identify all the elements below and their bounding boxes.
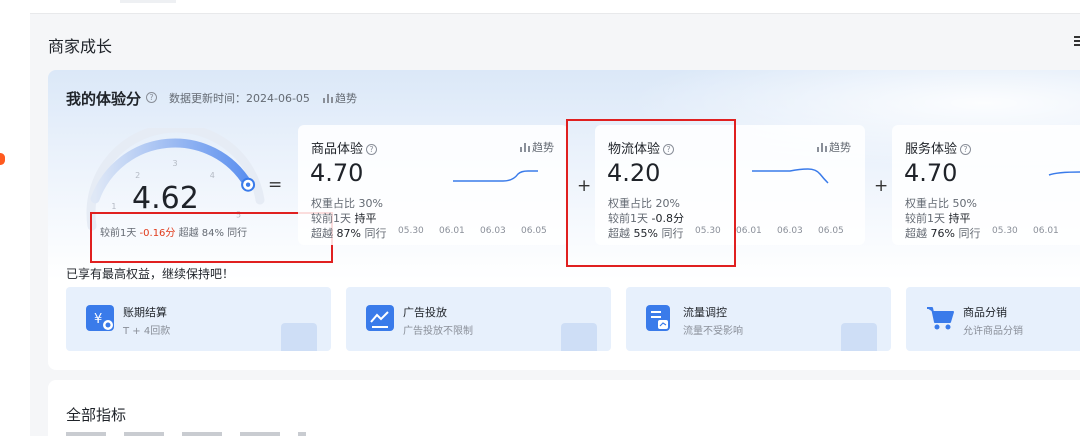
metric-name: 商品体验? (311, 138, 378, 157)
benefit-desc: 允许商品分销 (963, 326, 1023, 337)
benefit-name: 账期结算 (123, 306, 167, 319)
metric-card-product[interactable]: 商品体验? 趋势 4.70 权重占比 30% 较前1天 持平 超越 87% 同行… (298, 125, 568, 245)
date-label: 05.30 (992, 226, 1018, 236)
sparkline (453, 170, 538, 182)
help-icon[interactable]: ? (146, 92, 157, 103)
traffic-icon (646, 305, 670, 331)
metric-surpass: 超越 87% 同行 (311, 225, 386, 241)
metric-compare: 较前1天 持平 (311, 210, 377, 226)
trend-label: 趋势 (335, 92, 357, 105)
surpass-value: 76% (930, 227, 955, 240)
benefit-name: 广告投放 (403, 306, 447, 319)
highlight-box (90, 212, 333, 263)
date-label: 06.01 (1033, 226, 1059, 236)
date-label: 05.30 (398, 226, 424, 236)
metric-card-service[interactable]: 服务体验? 4.70 权重占比 50% 较前1天 持平 超越 76% 同行 05… (892, 125, 1080, 245)
trend-link[interactable]: 趋势 (323, 90, 357, 106)
metric-score: 4.70 (310, 159, 364, 187)
benefit-card-distribution[interactable]: 商品分销 允许商品分销 (906, 287, 1080, 351)
menu-icon[interactable] (1074, 36, 1080, 48)
trend-link[interactable]: 趋势 (817, 139, 851, 155)
metric-name: 服务体验? (905, 138, 972, 157)
page-title: 商家成长 (48, 37, 113, 56)
surpass-prefix: 超越 (311, 227, 337, 240)
plus-sign: + (874, 176, 889, 196)
help-icon[interactable]: ? (366, 144, 378, 155)
all-metrics-card (48, 380, 1080, 436)
date-label: 06.05 (521, 226, 547, 236)
gauge-tick-label: 2 (135, 171, 140, 180)
gauge-tick-label: 4 (210, 171, 215, 180)
metric-name-text: 商品体验 (311, 142, 364, 157)
compare-prefix: 较前1天 (905, 212, 949, 225)
metric-weight: 权重占比 30% (311, 197, 383, 210)
experience-score: 4.62 (132, 181, 199, 216)
date-axis: 05.30 06.01 (992, 226, 1074, 236)
shopping-cart-icon (926, 305, 954, 331)
update-time: 数据更新时间：2024-06-05 (169, 92, 310, 105)
benefit-desc: 广告投放不限制 (403, 326, 473, 337)
svg-text:¥: ¥ (94, 312, 102, 327)
sparkline (1048, 171, 1080, 176)
left-rail (0, 0, 30, 436)
metric-name-text: 服务体验 (905, 142, 958, 157)
metrics-tab-strip[interactable] (66, 432, 306, 436)
compare-prefix: 较前1天 (311, 212, 355, 225)
metric-score: 4.70 (904, 159, 958, 187)
benefit-name: 商品分销 (963, 306, 1007, 319)
benefit-card-traffic[interactable]: 流量调控 流量不受影响 (626, 287, 891, 351)
gauge-knob-dot (245, 182, 251, 187)
metric-weight: 权重占比 50% (905, 197, 977, 210)
equals-sign: = (268, 175, 283, 195)
gauge-tick-label: 3 (172, 159, 177, 168)
highlight-box (566, 119, 736, 267)
benefit-desc: 流量不受影响 (683, 326, 743, 337)
date-label: 06.03 (777, 226, 803, 236)
trend-chart-icon (520, 143, 530, 152)
benefit-card-ads[interactable]: 广告投放 广告投放不限制 (346, 287, 611, 351)
surpass-value: 87% (336, 227, 361, 240)
trend-chart-icon (817, 143, 827, 152)
date-label: 06.03 (480, 226, 506, 236)
date-label: 06.01 (736, 226, 762, 236)
experience-title: 我的体验分 ? (66, 88, 157, 109)
benefit-watermark (281, 323, 317, 351)
sparkline (752, 168, 829, 184)
benefit-card-settlement[interactable]: ¥ 账期结算 T + 4回款 (66, 287, 331, 351)
settlement-icon: ¥ (86, 305, 114, 331)
trend-label: 趋势 (532, 141, 554, 154)
date-label: 06.05 (818, 226, 844, 236)
top-bar (30, 0, 1080, 14)
benefit-watermark (561, 323, 597, 351)
surpass-prefix: 超越 (905, 227, 931, 240)
date-label: 06.01 (439, 226, 465, 236)
date-axis: 05.30 06.01 06.03 06.05 (398, 226, 562, 236)
compare-value: 持平 (354, 212, 377, 225)
gauge-tick-label: 1 (111, 202, 116, 211)
all-metrics-title: 全部指标 (66, 406, 127, 424)
experience-title-text: 我的体验分 (66, 90, 142, 108)
benefits-title: 已享有最高权益，继续保持吧！ (66, 267, 235, 281)
trend-label: 趋势 (829, 141, 851, 154)
metric-surpass: 超越 76% 同行 (905, 225, 980, 241)
surpass-suffix: 同行 (954, 227, 981, 240)
help-icon[interactable]: ? (960, 144, 972, 155)
benefit-desc: T + 4回款 (123, 326, 171, 337)
trend-chart-icon (323, 94, 333, 103)
metric-compare: 较前1天 持平 (905, 210, 971, 226)
benefit-watermark (841, 323, 877, 351)
trend-link[interactable]: 趋势 (520, 139, 554, 155)
compare-value: 持平 (948, 212, 971, 225)
top-tab[interactable] (120, 0, 176, 3)
surpass-suffix: 同行 (360, 227, 387, 240)
ad-chart-icon (366, 305, 394, 331)
benefit-name: 流量调控 (683, 306, 727, 319)
